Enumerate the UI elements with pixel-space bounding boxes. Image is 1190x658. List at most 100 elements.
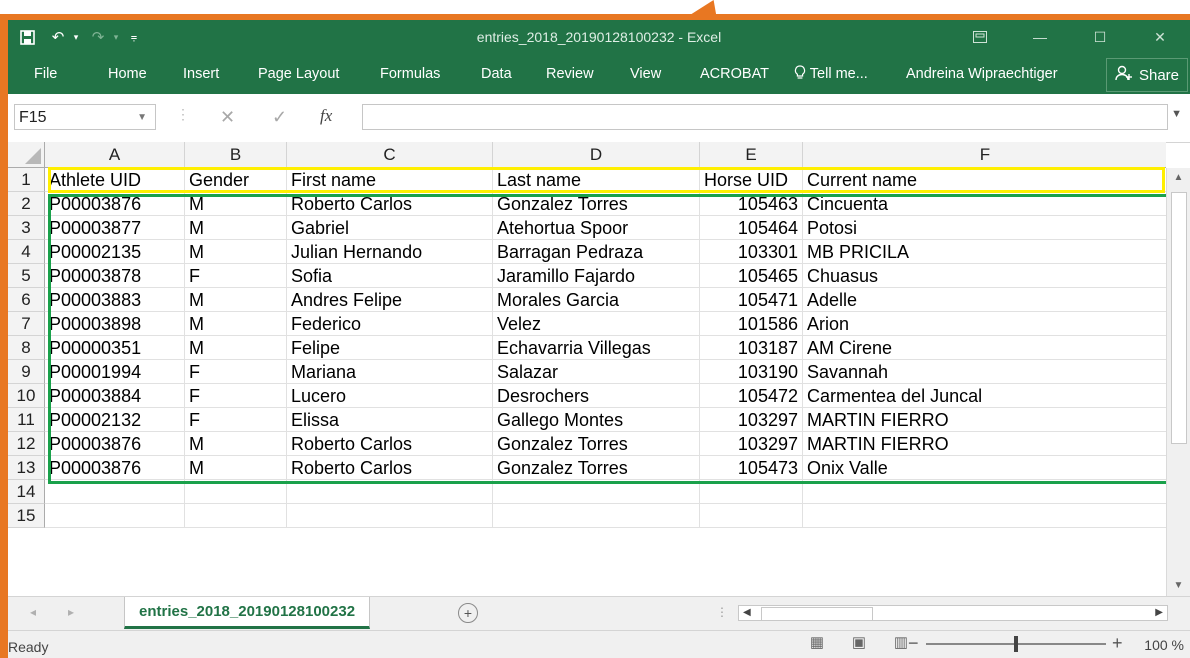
data-cell[interactable]: Lucero — [287, 384, 493, 408]
data-cell[interactable]: Roberto Carlos — [287, 192, 493, 216]
account-user-name[interactable]: Andreina Wipraechtiger — [906, 54, 1058, 94]
row-header[interactable]: 4 — [8, 240, 45, 264]
data-cell[interactable]: 105473 — [700, 456, 803, 480]
expand-formula-bar-icon[interactable]: ▼ — [1171, 108, 1182, 120]
data-cell[interactable]: MB PRICILA — [803, 240, 1166, 264]
data-cell[interactable]: Salazar — [493, 360, 700, 384]
empty-cell[interactable] — [287, 504, 493, 528]
row-header[interactable]: 13 — [8, 456, 45, 480]
data-cell[interactable]: Echavarria Villegas — [493, 336, 700, 360]
data-cell[interactable]: F — [185, 360, 287, 384]
data-cell[interactable]: MARTIN FIERRO — [803, 408, 1166, 432]
empty-cell[interactable] — [45, 480, 185, 504]
data-cell[interactable]: P00003883 — [45, 288, 185, 312]
data-cell[interactable]: Elissa — [287, 408, 493, 432]
header-cell[interactable]: Gender — [185, 168, 287, 192]
column-header-a[interactable]: A — [45, 142, 185, 168]
tab-review[interactable]: Review — [546, 54, 594, 94]
data-cell[interactable]: Felipe — [287, 336, 493, 360]
column-header-e[interactable]: E — [700, 142, 803, 168]
empty-cell[interactable] — [185, 504, 287, 528]
data-cell[interactable]: Cincuenta — [803, 192, 1166, 216]
tab-home[interactable]: Home — [108, 54, 147, 94]
tab-data[interactable]: Data — [481, 54, 512, 94]
data-cell[interactable]: 105465 — [700, 264, 803, 288]
row-header[interactable]: 2 — [8, 192, 45, 216]
vertical-scroll-thumb[interactable] — [1171, 192, 1187, 444]
data-cell[interactable]: 105472 — [700, 384, 803, 408]
data-cell[interactable]: Desrochers — [493, 384, 700, 408]
ribbon-display-icon[interactable] — [960, 20, 1000, 54]
data-cell[interactable]: M — [185, 456, 287, 480]
scroll-left-icon[interactable]: ◀ — [743, 606, 751, 620]
zoom-slider-knob[interactable] — [1014, 636, 1018, 652]
data-cell[interactable]: Carmentea del Juncal — [803, 384, 1166, 408]
enter-icon[interactable]: ✓ — [272, 104, 287, 130]
horizontal-scrollbar[interactable]: ◀ ▶ — [738, 605, 1168, 621]
row-header[interactable]: 7 — [8, 312, 45, 336]
data-cell[interactable]: Jaramillo Fajardo — [493, 264, 700, 288]
row-header[interactable]: 12 — [8, 432, 45, 456]
column-header-b[interactable]: B — [185, 142, 287, 168]
tab-split-grip-icon[interactable]: ⋮ — [716, 605, 728, 619]
data-cell[interactable]: Mariana — [287, 360, 493, 384]
data-cell[interactable]: 103297 — [700, 432, 803, 456]
data-cell[interactable]: P00002132 — [45, 408, 185, 432]
data-cell[interactable]: Roberto Carlos — [287, 432, 493, 456]
data-cell[interactable]: Andres Felipe — [287, 288, 493, 312]
scroll-down-icon[interactable]: ▼ — [1167, 576, 1190, 596]
zoom-slider[interactable] — [926, 636, 1106, 652]
data-cell[interactable]: P00003876 — [45, 192, 185, 216]
name-box-dropdown-icon[interactable]: ▼ — [137, 105, 147, 131]
sheet-tab-active[interactable]: entries_2018_20190128100232 — [124, 597, 371, 629]
data-cell[interactable]: M — [185, 240, 287, 264]
data-cell[interactable]: Barragan Pedraza — [493, 240, 700, 264]
data-cell[interactable]: 103187 — [700, 336, 803, 360]
data-cell[interactable]: M — [185, 216, 287, 240]
data-cell[interactable]: Savannah — [803, 360, 1166, 384]
data-cell[interactable]: Velez — [493, 312, 700, 336]
spreadsheet-grid[interactable]: A B C D E F 1 Athlete UID Gender First name Last n… — [8, 142, 1166, 596]
data-cell[interactable]: Atehortua Spoor — [493, 216, 700, 240]
row-header[interactable]: 3 — [8, 216, 45, 240]
data-cell[interactable]: 103190 — [700, 360, 803, 384]
header-cell[interactable]: Horse UID — [700, 168, 803, 192]
empty-cell[interactable] — [700, 504, 803, 528]
data-cell[interactable]: 103297 — [700, 408, 803, 432]
empty-cell[interactable] — [45, 504, 185, 528]
page-layout-view-icon[interactable]: ▣ — [850, 635, 868, 651]
data-cell[interactable]: Arion — [803, 312, 1166, 336]
header-cell[interactable]: Athlete UID — [45, 168, 185, 192]
data-cell[interactable]: P00002135 — [45, 240, 185, 264]
header-cell[interactable]: Current name — [803, 168, 1166, 192]
tab-page-layout[interactable]: Page Layout — [258, 54, 339, 94]
data-cell[interactable]: P00000351 — [45, 336, 185, 360]
data-cell[interactable]: P00003884 — [45, 384, 185, 408]
insert-function-icon[interactable]: fx — [320, 104, 332, 130]
scroll-up-icon[interactable]: ▲ — [1167, 168, 1190, 188]
row-header[interactable]: 1 — [8, 168, 45, 192]
column-header-d[interactable]: D — [493, 142, 700, 168]
column-header-c[interactable]: C — [287, 142, 493, 168]
tab-acrobat[interactable]: ACROBAT — [700, 54, 769, 94]
normal-view-icon[interactable]: ▦ — [808, 635, 826, 651]
row-header[interactable]: 9 — [8, 360, 45, 384]
name-box[interactable]: F15 ▼ — [14, 104, 156, 130]
data-cell[interactable]: P00003898 — [45, 312, 185, 336]
zoom-level[interactable]: 100 % — [1144, 637, 1184, 653]
zoom-out-icon[interactable]: − — [908, 633, 919, 654]
data-cell[interactable]: M — [185, 336, 287, 360]
minimize-icon[interactable]: — — [1020, 20, 1060, 54]
data-cell[interactable]: M — [185, 192, 287, 216]
data-cell[interactable]: AM Cirene — [803, 336, 1166, 360]
row-header[interactable]: 8 — [8, 336, 45, 360]
data-cell[interactable]: Federico — [287, 312, 493, 336]
row-header[interactable]: 14 — [8, 480, 45, 504]
data-cell[interactable]: Sofia — [287, 264, 493, 288]
data-cell[interactable]: MARTIN FIERRO — [803, 432, 1166, 456]
column-header-f[interactable]: F — [803, 142, 1166, 168]
tab-view[interactable]: View — [630, 54, 661, 94]
empty-cell[interactable] — [493, 480, 700, 504]
empty-cell[interactable] — [700, 480, 803, 504]
data-cell[interactable]: Gallego Montes — [493, 408, 700, 432]
